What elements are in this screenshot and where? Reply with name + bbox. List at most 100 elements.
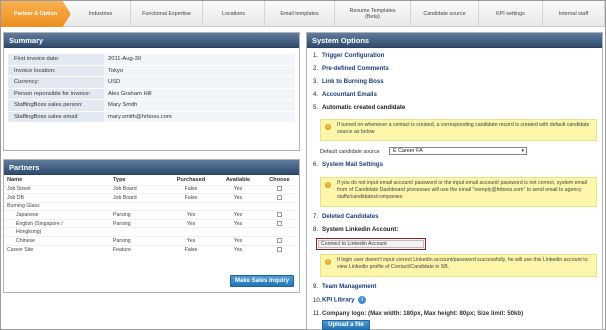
partner-type: Parsing [110, 236, 166, 246]
summary-label: Person reponsible for invoice: [8, 88, 104, 99]
option-label: Team Management [322, 283, 377, 290]
summary-value: USD [104, 77, 295, 88]
partner-type: Job Board [110, 193, 166, 203]
option-kpi-library[interactable]: 10.KPI Library i [313, 296, 367, 304]
tab-internal-staff[interactable]: Internal staff [543, 1, 605, 27]
partner-purchased: Yes [166, 210, 216, 220]
linkedin-note: ! If login user doesn't input correct Li… [320, 254, 597, 277]
option-label: Company logo: (Max width: 180px, Max hei… [322, 310, 524, 317]
partner-choose [260, 218, 299, 228]
tab-locations[interactable]: Locations [203, 1, 265, 27]
partner-choose [260, 210, 299, 220]
summary-label: StaffingBoss sales person: [8, 100, 104, 111]
table-row: English (Singapore / Parsing Yes Yes [4, 218, 299, 228]
choose-checkbox[interactable] [277, 186, 282, 192]
choose-checkbox[interactable] [277, 220, 282, 226]
partner-purchased: Yes [166, 218, 216, 228]
tab-bar: Partner & Option Industries Functional Exp… [1, 1, 605, 27]
summary-label: Invoice location: [8, 65, 104, 76]
choose-checkbox[interactable] [277, 246, 282, 252]
default-source-select[interactable]: E Career FA ▾ [389, 147, 527, 155]
tab-kpi-settings[interactable]: KPI settings [479, 1, 543, 27]
partner-available: Yes [216, 184, 260, 194]
table-row: Hongkong) [4, 227, 299, 237]
partner-purchased: Yes [166, 236, 216, 246]
option-deleted-candidates[interactable]: 7. Deleted Candidates [313, 213, 379, 220]
partner-purchased: False [166, 184, 216, 194]
partners-table: Name Type Purchased Available Choose Job… [4, 175, 299, 254]
summary-label: Currency: [8, 77, 104, 88]
option-label: System Mail Settings [322, 161, 383, 168]
option-link-burning-boss[interactable]: 3. Link to Burning Boss [313, 78, 384, 85]
tab-functional-expertise[interactable]: Functional Expertise [131, 1, 203, 27]
upload-file-button[interactable]: Upload a file [322, 320, 370, 330]
partner-choose [260, 227, 299, 237]
option-system-mail-settings[interactable]: 6. System Mail Settings [313, 161, 383, 168]
partner-type: Parsing [110, 210, 166, 220]
summary-row: Currency: USD [8, 77, 295, 89]
partner-available: Yes [216, 210, 260, 220]
partner-name: Job DB [4, 193, 110, 203]
warning-icon: ! [325, 182, 331, 188]
summary-value: Tokyo [104, 65, 295, 76]
option-number: 6. [313, 161, 319, 168]
tab-partner-option[interactable]: Partner & Option [1, 1, 71, 27]
summary-value: Alex Graham Hill [104, 88, 295, 99]
tab-email-templates[interactable]: Email templates [265, 1, 335, 27]
partner-type: Parsing [110, 218, 166, 228]
option-accountant-emails[interactable]: 4. Accountant Emails [313, 91, 377, 98]
option-number: 2. [313, 65, 319, 72]
table-row: Japanese Parsing Yes Yes [4, 210, 299, 220]
connect-linkedin-label: Connect to Linkedin Account [318, 240, 424, 248]
option-number: 7. [313, 213, 319, 220]
option-number: 4. [313, 91, 319, 98]
partner-purchased [166, 227, 216, 237]
chevron-down-icon: ▾ [521, 148, 524, 154]
option-predefined-comments[interactable]: 2. Pre-defined Comments [313, 65, 389, 72]
option-label: Automatic created candidate [322, 104, 406, 111]
option-team-management[interactable]: 9. Team Management [313, 283, 376, 290]
tab-candidate-source[interactable]: Candidate source [411, 1, 479, 27]
partner-type: Job Board [110, 184, 166, 194]
option-label: Deleted Candidates [322, 213, 379, 220]
summary-row: Person reponsible for invoice: Alex Graha… [8, 88, 295, 100]
partner-type: Feature [110, 244, 166, 254]
option-automatic-created-candidate: 5. Automatic created candidate [313, 104, 405, 111]
table-row: Job DB Job Board False Yes [4, 193, 299, 203]
partner-available [216, 227, 260, 237]
partner-choose [260, 244, 299, 254]
partner-purchased: False [166, 244, 216, 254]
summary-row: StaffingBoss sales person: Mary Smith [8, 100, 295, 112]
partners-panel: Partners Name Type Purchased Available C… [3, 159, 300, 293]
option-trigger-configuration[interactable]: 1. Trigger Configuration [313, 52, 384, 59]
option-system-linkedin-account: 8. System Linkedin Account: [313, 226, 398, 233]
partners-title: Partners [4, 160, 299, 175]
partner-type [110, 227, 166, 237]
info-icon[interactable]: i [358, 296, 367, 304]
tab-industries[interactable]: Industries [71, 1, 131, 27]
partner-name: Career Site [4, 244, 110, 254]
choose-checkbox[interactable] [277, 195, 282, 201]
choose-checkbox[interactable] [277, 237, 282, 243]
partner-type [110, 201, 166, 211]
partner-name: Burning Glass [4, 201, 110, 211]
partner-name: Chinese [4, 236, 110, 246]
tab-resume-templates-beta[interactable]: Resume Templates (Beta) [335, 1, 411, 27]
option-number: 8. [313, 226, 319, 233]
connect-linkedin-button[interactable]: Connect to Linkedin Account [316, 238, 426, 250]
summary-title: Summary [4, 33, 299, 48]
summary-panel: Summary First invoice date: 2011-Aug-30 In… [3, 32, 300, 151]
mail-settings-note: ! If you do not input email account/ pas… [320, 177, 597, 207]
choose-checkbox[interactable] [277, 212, 282, 218]
option-label: KPI Library [322, 296, 355, 304]
partner-available: Yes [216, 218, 260, 228]
partner-name: Hongkong) [4, 227, 110, 237]
option-number: 11. [313, 310, 322, 317]
option-number: 3. [313, 78, 319, 85]
summary-row: First invoice date: 2011-Aug-30 [8, 54, 295, 66]
warning-icon: ! [325, 259, 331, 265]
make-sales-inquiry-button[interactable]: Make Sales Inquiry [230, 275, 294, 287]
option-label: Pre-defined Comments [322, 65, 389, 72]
warning-icon: ! [325, 124, 331, 130]
summary-value: Mary Smith [104, 100, 295, 111]
